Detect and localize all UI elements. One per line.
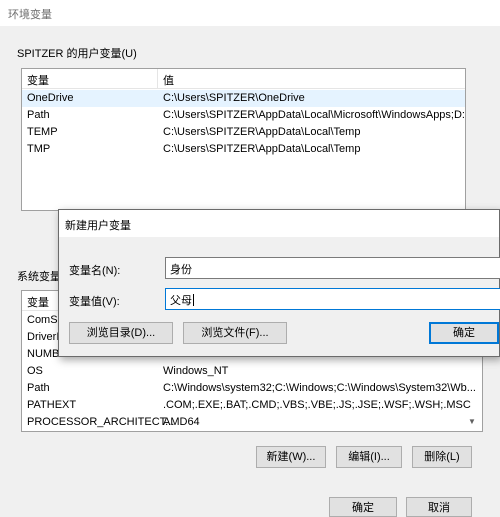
system-var-row[interactable]: OS Windows_NT <box>22 363 482 380</box>
user-var-row[interactable]: Path C:\Users\SPITZER\AppData\Local\Micr… <box>22 107 465 124</box>
var-name: OS <box>27 365 43 377</box>
user-vars-header: 变量 值 <box>22 69 465 89</box>
delete-system-var-button[interactable]: 删除(L) <box>412 446 472 468</box>
user-var-row[interactable]: OneDrive C:\Users\SPITZER\OneDrive <box>22 90 465 107</box>
var-value: .COM;.EXE;.BAT;.CMD;.VBS;.VBE;.JS;.JSE;.… <box>163 399 471 411</box>
dialog-title: 新建用户变量 <box>65 220 131 232</box>
var-value: C:\Users\SPITZER\AppData\Local\Microsoft… <box>163 109 466 121</box>
system-vars-group-label: 系统变量 <box>17 271 61 283</box>
browse-directory-button[interactable]: 浏览目录(D)... <box>69 322 173 344</box>
var-value: C:\Users\SPITZER\AppData\Local\Temp <box>163 143 361 155</box>
variable-name-value: 身份 <box>170 264 192 276</box>
system-var-row[interactable]: Path C:\Windows\system32;C:\Windows;C:\W… <box>22 380 482 397</box>
system-var-row[interactable]: PROCESSOR_ARCHITECT... AMD64 <box>22 414 482 431</box>
var-name: NUMB <box>27 348 60 360</box>
user-vars-group-label: SPITZER 的用户变量(U) <box>17 48 137 60</box>
var-value: C:\Users\SPITZER\AppData\Local\Temp <box>163 126 361 138</box>
variable-name-field[interactable]: 身份 <box>165 257 500 279</box>
browse-file-button[interactable]: 浏览文件(F)... <box>183 322 287 344</box>
new-user-variable-dialog: 新建用户变量 变量名(N): 身份 变量值(V): 父母 浏览目录(D)... … <box>58 209 500 357</box>
user-var-row[interactable]: TEMP C:\Users\SPITZER\AppData\Local\Temp <box>22 124 465 141</box>
var-name: Path <box>27 382 50 394</box>
var-name: TEMP <box>27 126 58 138</box>
variable-value-field[interactable]: 父母 <box>165 288 500 310</box>
var-value: Windows_NT <box>163 365 229 377</box>
col-header-variable[interactable]: 变量 <box>27 72 49 88</box>
window-title: 环境变量 <box>8 9 52 21</box>
new-system-var-button[interactable]: 新建(W)... <box>256 446 326 468</box>
var-name: OneDrive <box>27 92 74 104</box>
cancel-button[interactable]: 取消 <box>406 497 472 517</box>
col-header-value[interactable]: 值 <box>163 72 174 88</box>
dialog-titlebar[interactable]: 新建用户变量 <box>59 210 499 237</box>
var-name: TMP <box>27 143 51 155</box>
column-separator[interactable] <box>157 69 158 89</box>
edit-system-var-button[interactable]: 编辑(I)... <box>336 446 402 468</box>
dialog-ok-button[interactable]: 确定 <box>429 322 499 344</box>
var-value: C:\Users\SPITZER\OneDrive <box>163 92 305 104</box>
var-value: C:\Windows\system32;C:\Windows;C:\Window… <box>163 382 476 394</box>
text-caret <box>193 294 194 306</box>
user-vars-list[interactable]: 变量 值 OneDrive C:\Users\SPITZER\OneDrive … <box>21 68 466 211</box>
col-header-variable[interactable]: 变量 <box>27 294 49 310</box>
var-value: AMD64 <box>163 416 200 428</box>
var-name: PROCESSOR_ARCHITECT... <box>27 416 175 428</box>
window-titlebar[interactable]: 环境变量 <box>0 0 500 26</box>
ok-button[interactable]: 确定 <box>329 497 397 517</box>
system-var-row[interactable]: PATHEXT .COM;.EXE;.BAT;.CMD;.VBS;.VBE;.J… <box>22 397 482 414</box>
var-name: DriverI <box>27 331 60 343</box>
scroll-down-icon[interactable]: ▼ <box>465 415 479 429</box>
user-var-row[interactable]: TMP C:\Users\SPITZER\AppData\Local\Temp <box>22 141 465 158</box>
variable-name-label: 变量名(N): <box>69 265 121 277</box>
variable-value-value: 父母 <box>170 295 192 307</box>
var-name: Path <box>27 109 50 121</box>
variable-value-label: 变量值(V): <box>69 296 120 308</box>
var-name: PATHEXT <box>27 399 77 411</box>
